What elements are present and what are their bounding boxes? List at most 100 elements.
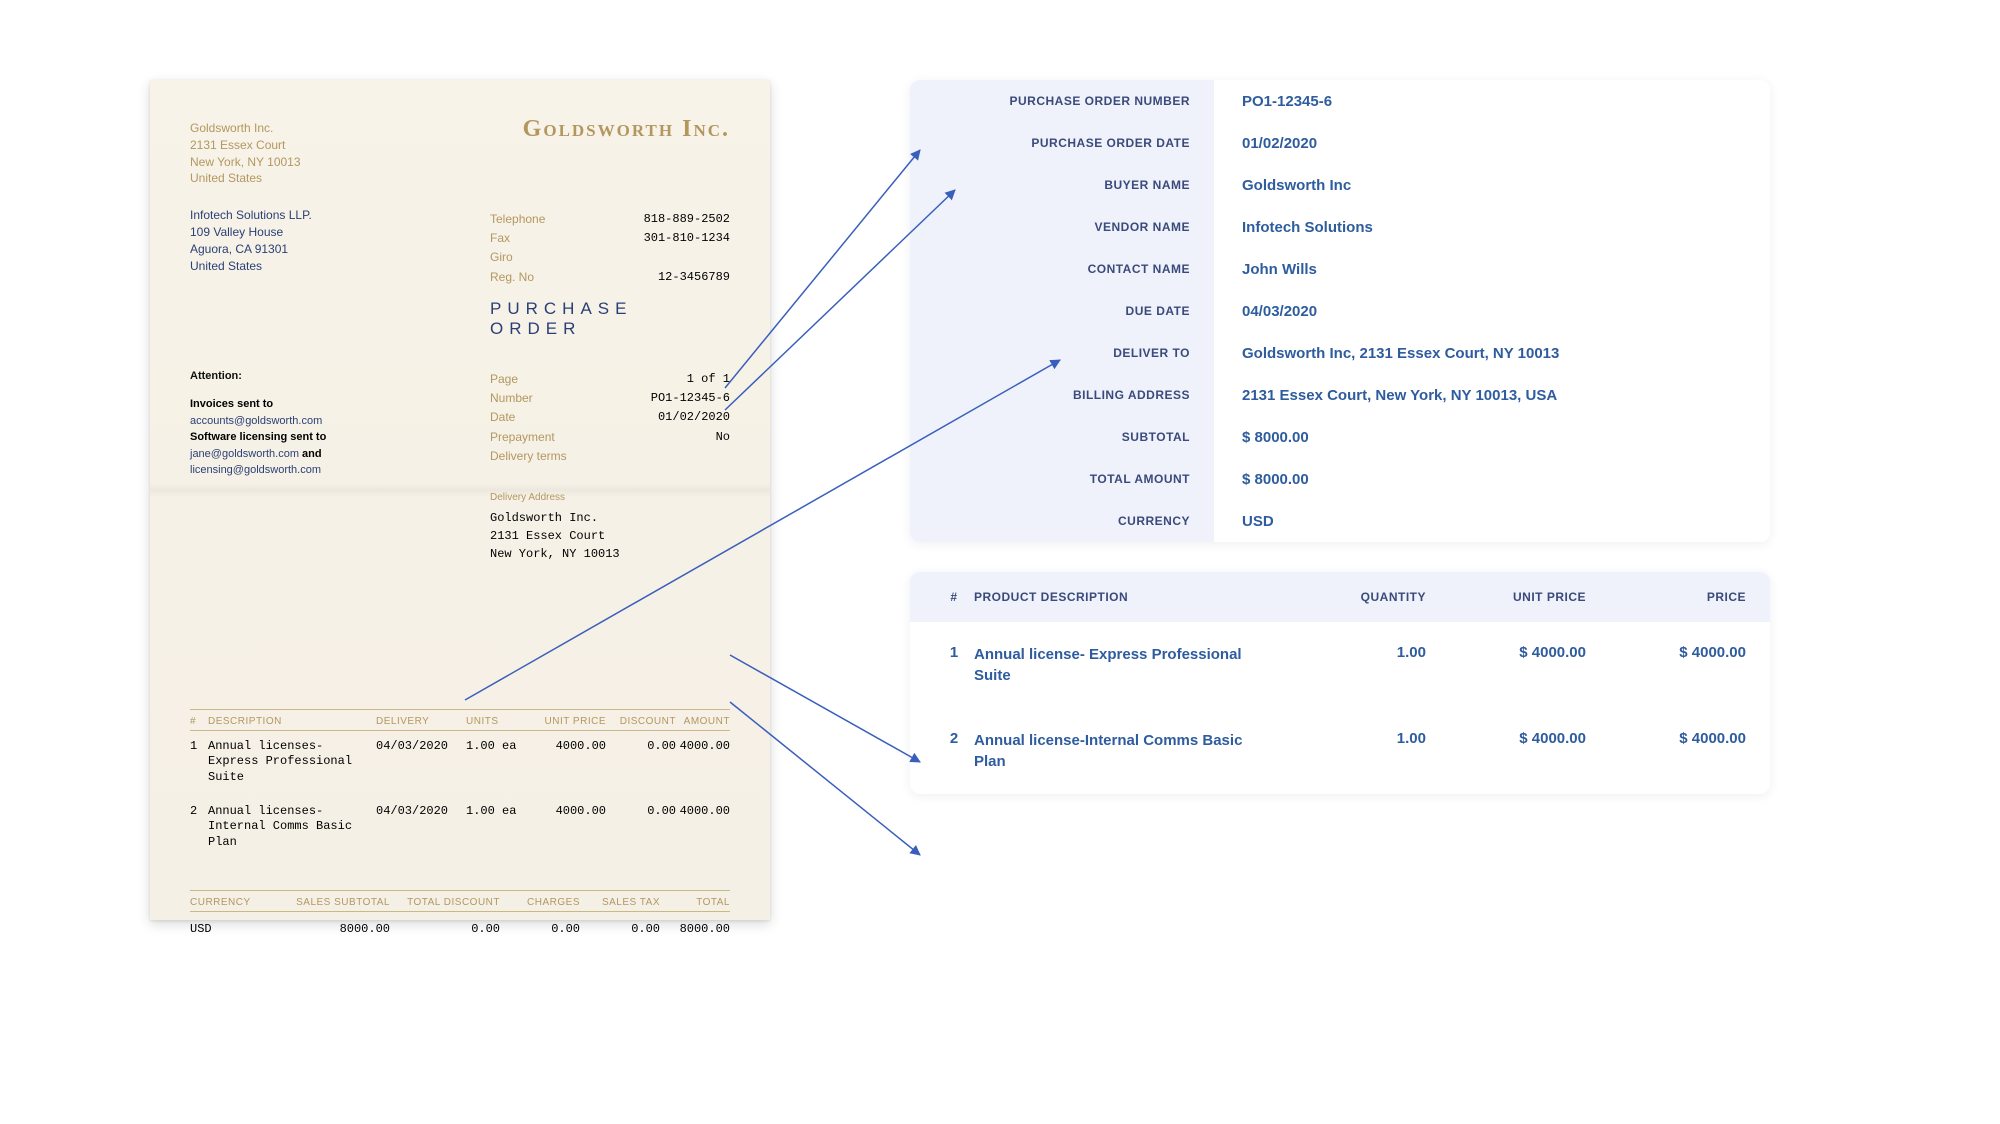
th-price: PRICE xyxy=(1586,590,1746,604)
from-name: Goldsworth Inc. xyxy=(190,120,301,137)
totals-currency: USD xyxy=(190,922,270,936)
delivery-l3: New York, NY 10013 xyxy=(490,545,730,563)
po-meta-block: Page 1 of 1 Number PO1-12345-6 Date 01/02/2… xyxy=(490,370,730,466)
item-description: Annual licenses- Express Professional Su… xyxy=(208,739,376,786)
item-discount: 0.00 xyxy=(606,739,676,786)
line-item-unit-price: $ 4000.00 xyxy=(1426,644,1586,661)
attn-l2: Software licensing sent to xyxy=(190,431,326,443)
item-num: 2 xyxy=(190,804,208,851)
th-unit-price: UNIT PRICE xyxy=(1426,590,1586,604)
attn-l3b: and xyxy=(299,448,322,460)
attn-l4: licensing@goldsworth.com xyxy=(190,464,321,476)
field-row: TOTAL AMOUNT$ 8000.00 xyxy=(910,458,1770,500)
field-row: DUE DATE04/03/2020 xyxy=(910,290,1770,332)
extracted-fields-panel: PURCHASE ORDER NUMBERPO1-12345-6PURCHASE… xyxy=(910,80,1770,542)
item-units: 1.00 ea xyxy=(466,739,526,786)
line-item-quantity: 1.00 xyxy=(1286,730,1426,747)
delivery-terms-label: Delivery terms xyxy=(490,447,567,466)
hdr-total-discount: TOTAL DISCOUNT xyxy=(390,897,500,912)
fax-value: 301-810-1234 xyxy=(644,229,730,248)
hdr-amount: AMOUNT xyxy=(676,716,730,731)
page-value: 1 of 1 xyxy=(687,370,730,389)
totals-discount: 0.00 xyxy=(390,922,500,936)
th-num: # xyxy=(934,590,974,604)
item-unit-price: 4000.00 xyxy=(526,804,606,851)
line-item-price: $ 4000.00 xyxy=(1586,730,1746,747)
hdr-total: TOTAL xyxy=(660,897,730,912)
field-value: $ 8000.00 xyxy=(1214,471,1770,488)
hdr-currency: CURRENCY xyxy=(190,897,270,912)
attn-l3a: jane@goldsworth.com xyxy=(190,448,299,460)
item-delivery: 04/03/2020 xyxy=(376,739,466,786)
field-label: CURRENCY xyxy=(910,500,1214,542)
field-row: BUYER NAMEGoldsworth Inc xyxy=(910,164,1770,206)
item-unit-price: 4000.00 xyxy=(526,739,606,786)
field-label: SUBTOTAL xyxy=(910,416,1214,458)
from-country: United States xyxy=(190,170,301,187)
field-value: Infotech Solutions xyxy=(1214,219,1770,236)
totals-tax: 0.00 xyxy=(580,922,660,936)
hdr-units: UNITS xyxy=(466,716,526,731)
regno-label: Reg. No xyxy=(490,268,534,287)
item-amount: 4000.00 xyxy=(676,739,730,786)
field-row: PURCHASE ORDER NUMBERPO1-12345-6 xyxy=(910,80,1770,122)
field-value: 04/03/2020 xyxy=(1214,303,1770,320)
hdr-sales-tax: SALES TAX xyxy=(580,897,660,912)
item-amount: 4000.00 xyxy=(676,804,730,851)
line-item-unit-price: $ 4000.00 xyxy=(1426,730,1586,747)
line-item-num: 2 xyxy=(934,730,974,747)
field-row: BILLING ADDRESS2131 Essex Court, New Yor… xyxy=(910,374,1770,416)
field-value: PO1-12345-6 xyxy=(1214,93,1770,110)
hdr-unit-price: UNIT PRICE xyxy=(526,716,606,731)
po-title: PURCHASE ORDER xyxy=(490,299,730,339)
totals-subtotal: 8000.00 xyxy=(270,922,390,936)
field-value: 01/02/2020 xyxy=(1214,135,1770,152)
regno-value: 12-3456789 xyxy=(658,268,730,287)
delivery-l2: 2131 Essex Court xyxy=(490,527,730,545)
totals-header: CURRENCY SALES SUBTOTAL TOTAL DISCOUNT C… xyxy=(190,890,730,912)
hdr-charges: CHARGES xyxy=(500,897,580,912)
field-label: CONTACT NAME xyxy=(910,248,1214,290)
th-quantity: QUANTITY xyxy=(1286,590,1426,604)
attn-l1b: accounts@goldsworth.com xyxy=(190,415,322,427)
telephone-label: Telephone xyxy=(490,210,545,229)
th-description: PRODUCT DESCRIPTION xyxy=(974,590,1286,604)
field-row: DELIVER TOGoldsworth Inc, 2131 Essex Cou… xyxy=(910,332,1770,374)
from-address: Goldsworth Inc. 2131 Essex Court New Yor… xyxy=(190,120,301,187)
item-row: 1Annual licenses- Express Professional S… xyxy=(190,739,730,786)
field-row: PURCHASE ORDER DATE01/02/2020 xyxy=(910,122,1770,164)
field-label: PURCHASE ORDER NUMBER xyxy=(910,80,1214,122)
hdr-num: # xyxy=(190,716,208,731)
page-label: Page xyxy=(490,370,518,389)
line-item-row: 2Annual license-Internal Comms Basic Pla… xyxy=(910,708,1770,794)
hdr-description: DESCRIPTION xyxy=(208,716,376,731)
field-label: TOTAL AMOUNT xyxy=(910,458,1214,500)
number-value: PO1-12345-6 xyxy=(651,389,730,408)
from-line1: 2131 Essex Court xyxy=(190,137,301,154)
field-value: John Wills xyxy=(1214,261,1770,278)
field-value: USD xyxy=(1214,513,1770,530)
field-value: 2131 Essex Court, New York, NY 10013, US… xyxy=(1214,387,1770,404)
extracted-line-items-panel: # PRODUCT DESCRIPTION QUANTITY UNIT PRIC… xyxy=(910,572,1770,794)
item-row: 2Annual licenses- Internal Comms Basic P… xyxy=(190,804,730,851)
prepayment-label: Prepayment xyxy=(490,428,555,447)
date-label: Date xyxy=(490,408,515,427)
hdr-sales-subtotal: SALES SUBTOTAL xyxy=(270,897,390,912)
field-row: CONTACT NAMEJohn Wills xyxy=(910,248,1770,290)
item-num: 1 xyxy=(190,739,208,786)
field-label: BILLING ADDRESS xyxy=(910,374,1214,416)
totals-row: USD 8000.00 0.00 0.00 0.00 8000.00 xyxy=(190,922,730,936)
attn-l1a: Invoices sent to xyxy=(190,398,273,410)
contact-block: Telephone818-889-2502 Fax301-810-1234 Gi… xyxy=(490,210,730,339)
items-table-header: # DESCRIPTION DELIVERY UNITS UNIT PRICE … xyxy=(190,709,730,731)
hdr-delivery: DELIVERY xyxy=(376,716,466,731)
item-units: 1.00 ea xyxy=(466,804,526,851)
company-logo-text: Goldsworth Inc. xyxy=(523,116,730,187)
field-label: BUYER NAME xyxy=(910,164,1214,206)
hdr-discount: DISCOUNT xyxy=(606,716,676,731)
number-label: Number xyxy=(490,389,533,408)
date-value: 01/02/2020 xyxy=(658,408,730,427)
item-discount: 0.00 xyxy=(606,804,676,851)
line-item-description: Annual license- Express Professional Sui… xyxy=(974,644,1286,686)
field-label: DELIVER TO xyxy=(910,332,1214,374)
